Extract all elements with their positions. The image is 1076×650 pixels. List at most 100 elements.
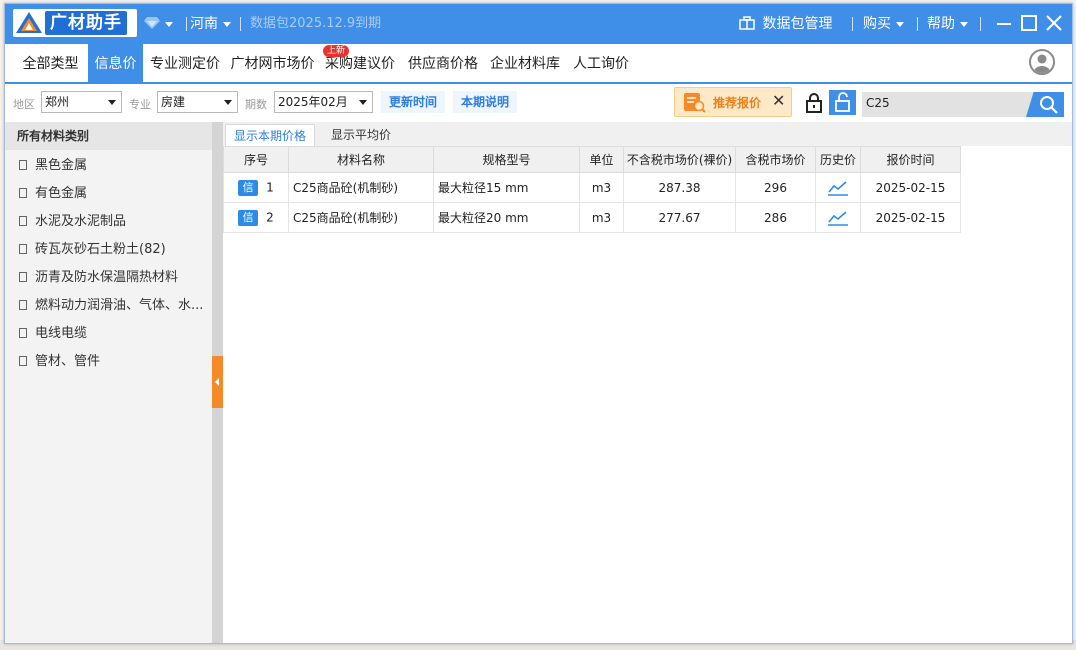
column-header[interactable]: 序号 [223, 146, 289, 173]
column-header[interactable]: 规格型号 [433, 146, 580, 173]
help-label: 帮助 [927, 16, 955, 32]
material-name-cell: C25商品砼(机制砂) [288, 172, 434, 203]
sidebar-item-label: 燃料动力润滑油、气体、水... [35, 298, 204, 313]
spec-cell: 最大粒径15 mm [433, 172, 580, 203]
table-row[interactable]: 信1 C25商品砼(机制砂) 最大粒径15 mm m3 287.38 296 2… [223, 172, 961, 203]
row-number-cell: 信1 [223, 172, 289, 203]
document-icon [19, 328, 27, 338]
new-badge: 上新 [323, 45, 350, 57]
document-icon [19, 356, 27, 366]
sidebar-item-label: 沥青及防水保温隔热材料 [35, 270, 179, 285]
buy-menu[interactable]: 购买 [863, 4, 904, 44]
spec-cell: 最大粒径20 mm [433, 202, 580, 233]
sidebar-item-ferrous-metal[interactable]: 黑色金属 [19, 152, 87, 180]
table-header-row: 序号 材料名称 规格型号 单位 不含税市场价(裸价) 含税市场价 历史价 报价时… [223, 146, 961, 173]
help-menu[interactable]: 帮助 [927, 4, 968, 44]
price-tax-cell: 296 [735, 172, 816, 203]
trend-chart-icon[interactable] [827, 210, 849, 226]
specialty-select[interactable]: 房建 [157, 91, 238, 113]
chevron-down-icon [108, 100, 116, 105]
vip-diamond-icon[interactable] [144, 4, 173, 44]
maximize-icon[interactable] [1021, 4, 1037, 44]
close-icon[interactable]: ✕ [772, 91, 785, 110]
close-icon[interactable] [1046, 4, 1062, 44]
info-price-tag: 信 [238, 179, 259, 196]
divider [852, 17, 853, 31]
trend-chart-icon[interactable] [827, 180, 849, 196]
period-select[interactable]: 2025年02月 [274, 91, 373, 113]
package-expiry-text: 数据包2025.12.9到期 [250, 16, 382, 31]
specialty-select-value: 房建 [161, 95, 186, 109]
sidebar-item-cement[interactable]: 水泥及水泥制品 [19, 208, 126, 236]
document-icon [19, 272, 27, 282]
document-icon [19, 244, 27, 254]
sidebar-item-brick-sand[interactable]: 砖瓦灰砂石土粉土(82) [19, 236, 166, 264]
recommend-quote-label: 推荐报价 [713, 96, 762, 110]
app-window: 广材助手 河南 数据包2025.12.9到期 数据包管理 购买 帮助 全部类型 … [4, 3, 1073, 644]
package-manage-button[interactable]: 数据包管理 [739, 4, 832, 44]
tab-enterprise-library[interactable]: 企业材料库 [488, 44, 562, 82]
column-header[interactable]: 单位 [579, 146, 624, 173]
sidebar-item-pipes[interactable]: 管材、管件 [19, 348, 100, 376]
period-select-value: 2025年02月 [278, 95, 348, 109]
unit-cell: m3 [579, 202, 624, 233]
region-switch[interactable]: 河南 [190, 4, 231, 44]
app-name: 广材助手 [45, 11, 127, 35]
sidebar-item-asphalt-waterproof[interactable]: 沥青及防水保温隔热材料 [19, 264, 178, 292]
quote-date-cell: 2025-02-15 [860, 172, 961, 203]
row-number-cell: 信2 [223, 202, 289, 233]
sidebar-item-label: 水泥及水泥制品 [35, 214, 127, 229]
tab-market-price[interactable]: 广材网市场价 [229, 44, 316, 82]
search-button[interactable] [1026, 92, 1064, 117]
search-icon [1040, 96, 1058, 114]
column-header[interactable]: 含税市场价 [735, 146, 816, 173]
tab-current-price[interactable]: 显示本期价格 [225, 124, 315, 146]
sidebar-header[interactable]: 所有材料类别 [5, 122, 212, 150]
sidebar-item-label: 有色金属 [35, 186, 88, 201]
divider [186, 17, 187, 31]
document-icon [19, 160, 27, 170]
collapse-sidebar-handle[interactable] [212, 356, 223, 408]
sidebar-item-label: 砖瓦灰砂石土粉土(82) [35, 242, 166, 257]
row-number: 2 [266, 210, 274, 224]
app-logo: 广材助手 [13, 9, 137, 37]
package-manage-label: 数据包管理 [762, 16, 833, 32]
chevron-down-icon [359, 100, 367, 105]
sidebar-item-fuel-power[interactable]: 燃料动力润滑油、气体、水... [19, 292, 203, 320]
tab-average-price[interactable]: 显示平均价 [319, 124, 403, 146]
period-filter-label: 期数 [245, 98, 267, 111]
unlock-icon[interactable] [829, 90, 856, 115]
price-tax-cell: 286 [735, 202, 816, 233]
update-time-button[interactable]: 更新时间 [381, 91, 446, 113]
sidebar-item-label: 黑色金属 [35, 158, 88, 173]
region-select[interactable]: 郑州 [41, 91, 122, 113]
column-header[interactable]: 不含税市场价(裸价) [623, 146, 736, 173]
divider [240, 17, 241, 31]
history-price-cell [815, 172, 861, 203]
tab-info-price[interactable]: 信息价 [88, 44, 143, 82]
sidebar-item-nonferrous-metal[interactable]: 有色金属 [19, 180, 87, 208]
tab-manual-inquiry[interactable]: 人工询价 [571, 44, 631, 82]
sidebar-item-wire-cable[interactable]: 电线电缆 [19, 320, 87, 348]
column-header[interactable]: 历史价 [815, 146, 861, 173]
search-input[interactable]: C25 [862, 92, 1064, 117]
table-row[interactable]: 信2 C25商品砼(机制砂) 最大粒径20 mm m3 277.67 286 2… [223, 202, 961, 233]
recommend-quote-panel[interactable]: 推荐报价 ✕ [674, 87, 792, 117]
lock-icon[interactable] [805, 93, 823, 117]
column-header[interactable]: 报价时间 [860, 146, 961, 173]
info-price-tag: 信 [238, 209, 259, 226]
tab-supplier-price[interactable]: 供应商价格 [406, 44, 480, 82]
minimize-icon[interactable] [996, 4, 1012, 44]
tab-professional-price[interactable]: 专业测定价 [148, 44, 222, 82]
unit-cell: m3 [579, 172, 624, 203]
tab-all-types[interactable]: 全部类型 [17, 44, 84, 82]
filter-bar: 地区 郑州 专业 房建 期数 2025年02月 更新时间 本期说明 推荐报价 ✕… [5, 84, 1072, 123]
column-header[interactable]: 材料名称 [288, 146, 434, 173]
price-ex-tax-cell: 287.38 [623, 172, 736, 203]
document-icon [19, 300, 27, 310]
price-table: 序号 材料名称 规格型号 单位 不含税市场价(裸价) 含税市场价 历史价 报价时… [223, 146, 961, 233]
avatar[interactable] [1029, 49, 1055, 75]
period-note-button[interactable]: 本期说明 [453, 91, 518, 113]
region-label: 河南 [190, 16, 218, 32]
search-input-value: C25 [866, 96, 890, 110]
